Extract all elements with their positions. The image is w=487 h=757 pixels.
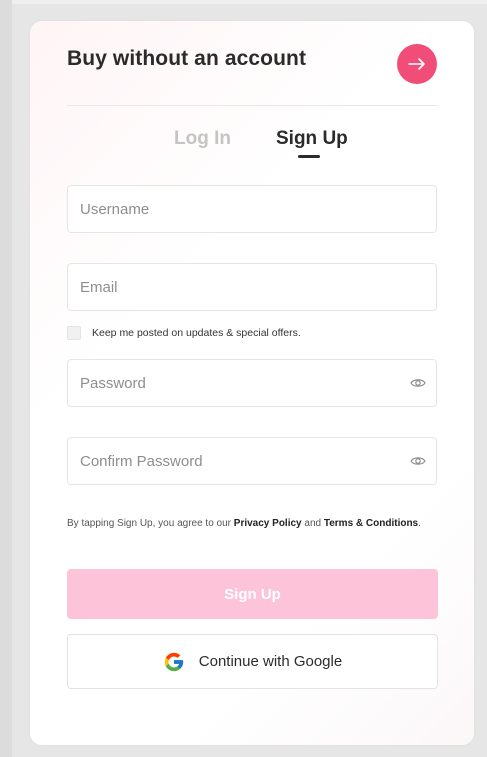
page-title: Buy without an account bbox=[67, 47, 307, 70]
terms-prefix: By tapping Sign Up, you agree to our bbox=[67, 518, 234, 529]
newsletter-option: Keep me posted on updates & special offe… bbox=[67, 326, 301, 340]
email-field-wrapper bbox=[67, 263, 437, 311]
terms-conditions-link[interactable]: Terms & Conditions bbox=[324, 518, 418, 529]
eye-icon[interactable] bbox=[410, 377, 426, 389]
arrow-right-icon bbox=[408, 58, 425, 70]
newsletter-label: Keep me posted on updates & special offe… bbox=[92, 327, 301, 339]
terms-suffix: . bbox=[418, 518, 421, 529]
username-field-wrapper bbox=[67, 185, 437, 233]
header-divider bbox=[67, 105, 438, 106]
tab-sign-up[interactable]: Sign Up bbox=[276, 128, 348, 150]
eye-icon[interactable] bbox=[410, 455, 426, 467]
password-field-wrapper bbox=[67, 359, 437, 407]
page-left-edge bbox=[0, 0, 12, 757]
continue-with-google-label: Continue with Google bbox=[198, 653, 343, 670]
email-input[interactable] bbox=[68, 264, 436, 310]
newsletter-checkbox[interactable] bbox=[67, 326, 81, 340]
continue-with-google-button[interactable]: Continue with Google bbox=[67, 634, 438, 689]
active-tab-indicator bbox=[298, 155, 320, 158]
privacy-policy-link[interactable]: Privacy Policy bbox=[234, 518, 302, 529]
tab-log-in[interactable]: Log In bbox=[174, 128, 231, 150]
terms-and: and bbox=[301, 518, 324, 529]
username-input[interactable] bbox=[68, 186, 436, 232]
terms-notice: By tapping Sign Up, you agree to our Pri… bbox=[67, 516, 439, 531]
google-icon bbox=[164, 652, 183, 671]
continue-as-guest-button[interactable] bbox=[397, 44, 437, 84]
page-top-edge bbox=[0, 0, 487, 4]
password-input[interactable] bbox=[68, 360, 436, 406]
confirm-password-input[interactable] bbox=[68, 438, 436, 484]
signup-card: Buy without an account Log In Sign Up Ke… bbox=[30, 21, 474, 745]
sign-up-button[interactable]: Sign Up bbox=[67, 569, 438, 619]
confirm-password-field-wrapper bbox=[67, 437, 437, 485]
